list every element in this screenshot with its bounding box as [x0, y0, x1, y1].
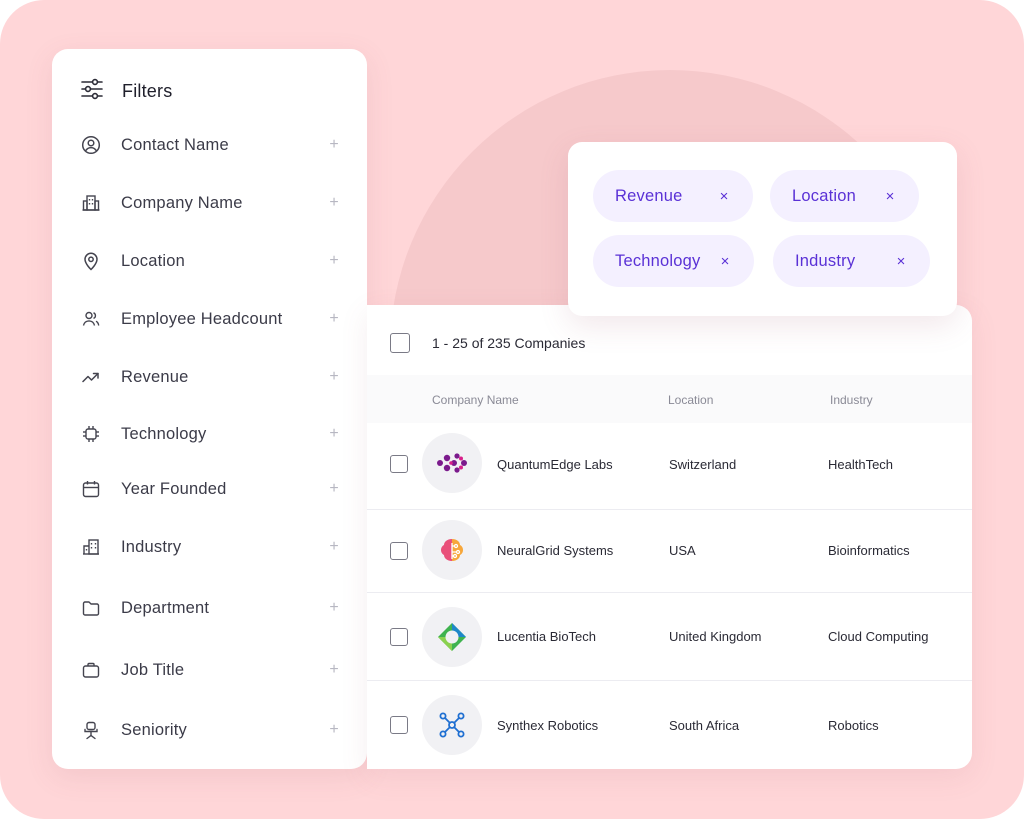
table-row[interactable]: QuantumEdge Labs Switzerland HealthTech	[367, 423, 972, 510]
expand-plus-icon[interactable]: +	[327, 661, 341, 679]
filter-label: Industry	[121, 537, 182, 556]
expand-plus-icon[interactable]: +	[327, 368, 341, 386]
location-cell: Switzerland	[669, 457, 737, 472]
row-checkbox[interactable]	[390, 716, 408, 734]
filter-label: Revenue	[121, 367, 189, 386]
chip-label: Revenue	[615, 186, 683, 205]
filter-industry[interactable]: Industry +	[80, 533, 341, 561]
chip-industry[interactable]: Industry ×	[773, 235, 930, 287]
filter-contact-name[interactable]: Contact Name +	[80, 131, 341, 159]
column-header-industry[interactable]: Industry	[830, 393, 873, 407]
chip-label: Technology	[615, 251, 701, 270]
filter-label: Department	[121, 598, 210, 617]
filters-title: Filters	[122, 80, 173, 101]
filter-label: Employee Headcount	[121, 309, 283, 328]
brain-logo-icon	[422, 520, 482, 580]
calendar-icon	[80, 478, 102, 500]
table-header: Company Name Location Industry	[367, 375, 972, 423]
company-name-cell[interactable]: Lucentia BioTech	[497, 629, 596, 644]
filter-label: Seniority	[121, 720, 187, 739]
user-circle-icon	[80, 134, 102, 156]
expand-plus-icon[interactable]: +	[327, 425, 341, 443]
filter-seniority[interactable]: Seniority +	[80, 716, 341, 744]
row-checkbox[interactable]	[390, 455, 408, 473]
filter-label: Year Founded	[121, 479, 227, 498]
chip-revenue[interactable]: Revenue ×	[593, 170, 753, 222]
industry-cell: Cloud Computing	[828, 629, 929, 644]
remove-chip-icon[interactable]: ×	[883, 188, 897, 205]
filter-employee-headcount[interactable]: Employee Headcount +	[80, 305, 341, 333]
trend-up-icon	[80, 366, 102, 388]
background-canvas: Filters Contact Name + Company Name + Lo…	[0, 0, 1024, 819]
industry-cell: Robotics	[828, 718, 879, 733]
molecule-logo-icon	[422, 433, 482, 493]
row-checkbox[interactable]	[390, 628, 408, 646]
table-row[interactable]: NeuralGrid Systems USA Bioinformatics	[367, 510, 972, 593]
chip-technology[interactable]: Technology ×	[593, 235, 754, 287]
remove-chip-icon[interactable]: ×	[894, 253, 908, 270]
folder-icon	[80, 597, 102, 619]
table-row[interactable]: Lucentia BioTech United Kingdom Cloud Co…	[367, 593, 972, 681]
chair-icon	[80, 719, 102, 741]
chip-label: Location	[792, 186, 856, 205]
results-summary: 1 - 25 of 235 Companies	[432, 335, 586, 351]
filters-panel: Filters Contact Name + Company Name + Lo…	[52, 49, 367, 769]
network-logo-icon	[422, 695, 482, 755]
location-cell: South Africa	[669, 718, 740, 733]
industry-cell: HealthTech	[828, 457, 894, 472]
expand-plus-icon[interactable]: +	[327, 480, 341, 498]
chip-icon	[80, 423, 102, 445]
expand-plus-icon[interactable]: +	[327, 538, 341, 556]
location-cell: United Kingdom	[669, 629, 762, 644]
users-icon	[80, 308, 102, 330]
active-filters-card: Revenue × Location × Technology × Indust…	[568, 142, 957, 316]
chip-label: Industry	[795, 251, 856, 270]
filter-label: Job Title	[121, 660, 185, 679]
filter-revenue[interactable]: Revenue +	[80, 363, 341, 391]
location-pin-icon	[80, 250, 102, 272]
filter-location[interactable]: Location +	[80, 247, 341, 275]
expand-plus-icon[interactable]: +	[327, 599, 341, 617]
row-checkbox[interactable]	[390, 542, 408, 560]
filter-label: Company Name	[121, 193, 243, 212]
building-icon	[80, 192, 102, 214]
expand-plus-icon[interactable]: +	[327, 252, 341, 270]
remove-chip-icon[interactable]: ×	[718, 253, 732, 270]
expand-plus-icon[interactable]: +	[327, 136, 341, 154]
ring-logo-icon	[422, 607, 482, 667]
filter-label: Location	[121, 251, 185, 270]
briefcase-icon	[80, 659, 102, 681]
expand-plus-icon[interactable]: +	[327, 721, 341, 739]
companies-table: 1 - 25 of 235 Companies Company Name Loc…	[367, 305, 972, 769]
select-all-checkbox[interactable]	[390, 333, 410, 353]
office-buildings-icon	[80, 536, 102, 558]
remove-chip-icon[interactable]: ×	[717, 188, 731, 205]
table-row[interactable]: Synthex Robotics South Africa Robotics	[367, 681, 972, 769]
filter-department[interactable]: Department +	[80, 594, 341, 622]
column-header-location[interactable]: Location	[668, 393, 713, 407]
filter-year-founded[interactable]: Year Founded +	[80, 475, 341, 503]
filter-company-name[interactable]: Company Name +	[80, 189, 341, 217]
company-name-cell[interactable]: NeuralGrid Systems	[497, 543, 613, 558]
company-name-cell[interactable]: QuantumEdge Labs	[497, 457, 613, 472]
filter-label: Technology	[121, 424, 207, 443]
location-cell: USA	[669, 543, 696, 558]
company-name-cell[interactable]: Synthex Robotics	[497, 718, 598, 733]
industry-cell: Bioinformatics	[828, 543, 910, 558]
filter-job-title[interactable]: Job Title +	[80, 656, 341, 684]
sliders-icon	[80, 77, 104, 106]
column-header-company[interactable]: Company Name	[432, 393, 519, 407]
chip-location[interactable]: Location ×	[770, 170, 919, 222]
filter-label: Contact Name	[121, 135, 229, 154]
expand-plus-icon[interactable]: +	[327, 194, 341, 212]
expand-plus-icon[interactable]: +	[327, 310, 341, 328]
filter-technology[interactable]: Technology +	[80, 420, 341, 448]
filters-header: Filters	[80, 77, 172, 105]
